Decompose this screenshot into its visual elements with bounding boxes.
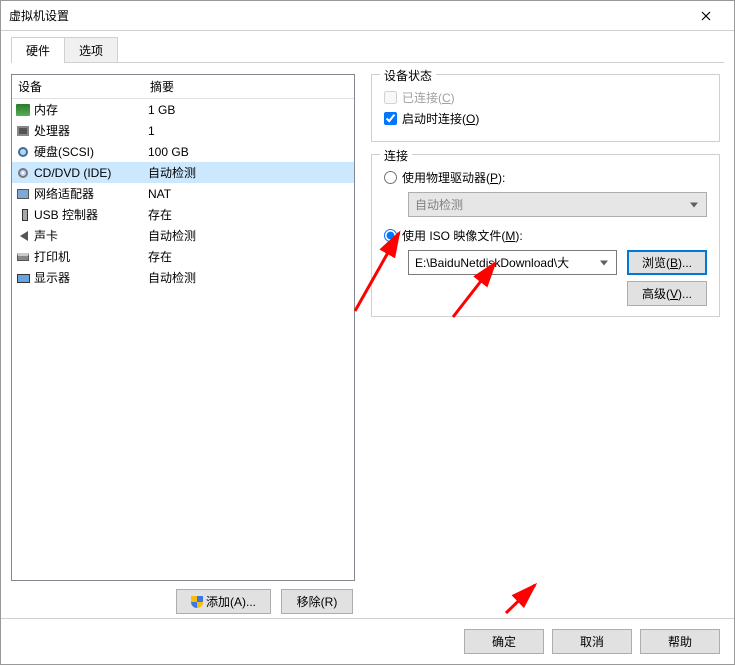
table-row[interactable]: 打印机存在 [12,246,354,267]
use-iso-radio[interactable] [384,229,397,242]
table-row[interactable]: 显示器自动检测 [12,267,354,288]
table-row[interactable]: 网络适配器NAT [12,183,354,204]
use-iso-label: 使用 ISO 映像文件(M): [402,227,523,244]
hardware-panel: 设备 摘要 内存1 GB处理器1硬盘(SCSI)100 GBCD/DVD (ID… [11,74,355,614]
device-summary: 存在 [144,248,354,265]
tab-options[interactable]: 选项 [64,37,118,63]
connection-group: 连接 使用物理驱动器(P): 自动检测 使用 ISO 映像文件(M): E:\B… [371,154,720,317]
tab-underline [11,62,724,63]
disk-icon [18,147,28,157]
advanced-button[interactable]: 高级(V)... [627,281,707,306]
device-summary: 自动检测 [144,164,354,181]
device-summary: NAT [144,187,354,201]
ok-button[interactable]: 确定 [464,629,544,654]
device-status-legend: 设备状态 [380,67,436,84]
connection-legend: 连接 [380,147,412,164]
mem-icon [16,104,30,116]
device-name: CD/DVD (IDE) [34,166,144,180]
use-physical-label: 使用物理驱动器(P): [402,169,505,186]
tab-hardware[interactable]: 硬件 [11,37,65,63]
device-name: 显示器 [34,269,144,286]
help-button[interactable]: 帮助 [640,629,720,654]
cd-icon [18,168,28,178]
close-icon [701,11,711,21]
device-summary: 1 GB [144,103,354,117]
hardware-rows: 内存1 GB处理器1硬盘(SCSI)100 GBCD/DVD (IDE)自动检测… [12,99,354,288]
net-icon [17,189,29,199]
device-summary: 存在 [144,206,354,223]
device-summary: 1 [144,124,354,138]
table-row[interactable]: 硬盘(SCSI)100 GB [12,141,354,162]
table-row[interactable]: 处理器1 [12,120,354,141]
iso-path-combo[interactable]: E:\BaiduNetdiskDownload\大 [408,250,617,275]
physical-drive-combo: 自动检测 [408,192,707,217]
device-name: 处理器 [34,122,144,139]
hardware-table-header: 设备 摘要 [12,75,354,99]
tab-strip: 硬件 选项 [1,31,734,63]
hardware-table: 设备 摘要 内存1 GB处理器1硬盘(SCSI)100 GBCD/DVD (ID… [11,74,355,581]
usb-icon [22,209,28,221]
device-name: 硬盘(SCSI) [34,143,144,160]
col-device[interactable]: 设备 [12,75,144,98]
close-button[interactable] [686,2,726,30]
add-label: 添加(A)... [206,595,256,609]
table-row[interactable]: 内存1 GB [12,99,354,120]
device-summary: 自动检测 [144,227,354,244]
device-name: 声卡 [34,227,144,244]
browse-button[interactable]: 浏览(B)... [627,250,707,275]
snd-icon [20,231,28,241]
titlebar: 虚拟机设置 [1,1,734,31]
add-hardware-button[interactable]: 添加(A)... [176,589,271,614]
details-panel: 设备状态 已连接(C) 启动时连接(O) 连接 使用物理驱动器(P): 自动检测 [371,74,724,614]
connected-checkbox [384,91,397,104]
device-name: 内存 [34,101,144,118]
hardware-buttons: 添加(A)... 移除(R) [11,581,355,614]
dialog-footer: 确定 取消 帮助 [1,618,734,664]
cpu-icon [17,126,29,136]
device-name: USB 控制器 [34,206,144,223]
device-summary: 100 GB [144,145,354,159]
shield-icon [191,596,203,608]
device-name: 网络适配器 [34,185,144,202]
device-status-group: 设备状态 已连接(C) 启动时连接(O) [371,74,720,142]
content-area: 设备 摘要 内存1 GB处理器1硬盘(SCSI)100 GBCD/DVD (ID… [1,64,734,618]
use-physical-radio[interactable] [384,171,397,184]
table-row[interactable]: 声卡自动检测 [12,225,354,246]
device-name: 打印机 [34,248,144,265]
prn-icon [17,253,29,261]
vm-settings-window: 虚拟机设置 硬件 选项 设备 摘要 内存1 GB处理器1硬盘(SCSI)100 … [0,0,735,665]
cancel-button[interactable]: 取消 [552,629,632,654]
table-row[interactable]: USB 控制器存在 [12,204,354,225]
col-summary[interactable]: 摘要 [144,75,354,98]
device-summary: 自动检测 [144,269,354,286]
connected-label: 已连接(C) [402,89,455,106]
remove-hardware-button[interactable]: 移除(R) [281,589,353,614]
connect-at-power-checkbox[interactable] [384,112,397,125]
window-title: 虚拟机设置 [9,7,686,24]
connect-at-power-label: 启动时连接(O) [402,110,479,127]
disp-icon [17,274,30,283]
table-row[interactable]: CD/DVD (IDE)自动检测 [12,162,354,183]
